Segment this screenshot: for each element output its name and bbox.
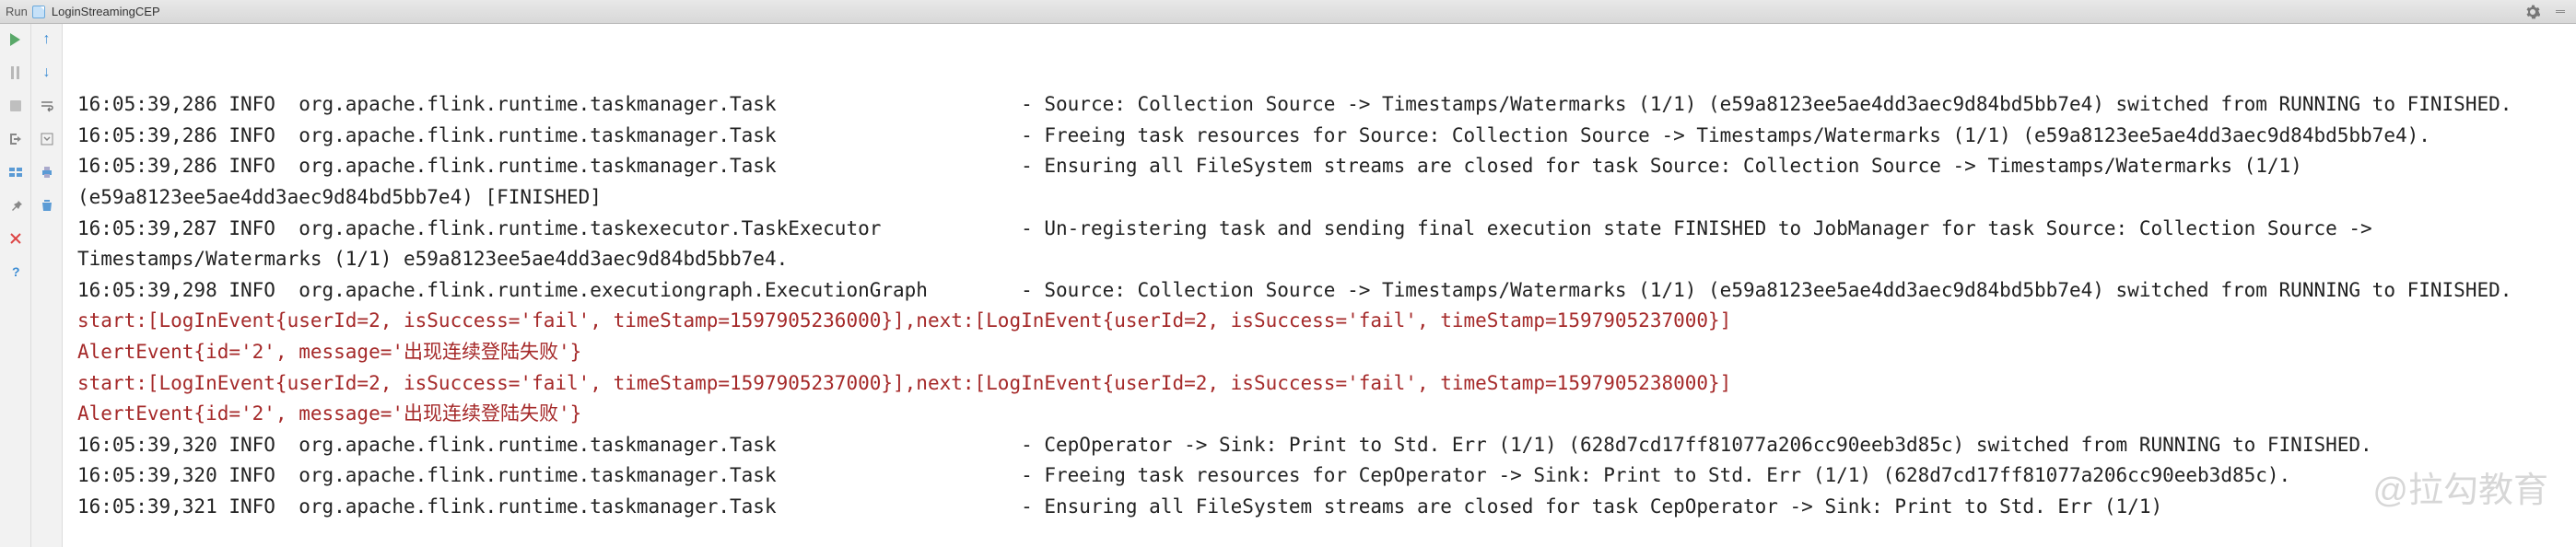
log-line: 16:05:39,286 INFO org.apache.flink.runti… [77, 151, 2569, 213]
run-config-name: LoginStreamingCEP [52, 5, 160, 18]
pause-button[interactable] [6, 63, 26, 83]
log-line: AlertEvent{id='2', message='出现连续登陆失败'} [77, 337, 2569, 368]
log-line: 16:05:39,320 INFO org.apache.flink.runti… [77, 460, 2569, 492]
run-gutter-right: ↑ ↓ [31, 24, 63, 547]
layout-icon [8, 165, 23, 180]
log-line: start:[LogInEvent{userId=2, isSuccess='f… [77, 306, 2569, 337]
log-line: 16:05:39,286 INFO org.apache.flink.runti… [77, 121, 2569, 152]
soft-wrap-icon [40, 99, 54, 113]
arrow-up-icon: ↑ [43, 31, 51, 48]
pin-button[interactable] [6, 195, 26, 215]
pause-icon [11, 66, 19, 79]
print-icon [40, 165, 54, 180]
down-button[interactable]: ↓ [37, 63, 57, 83]
close-button[interactable] [6, 228, 26, 249]
exit-button[interactable] [6, 129, 26, 149]
file-icon [31, 5, 46, 19]
scroll-end-icon [40, 132, 54, 146]
stop-button[interactable] [6, 96, 26, 116]
close-icon [8, 231, 23, 246]
scroll-to-end-button[interactable] [37, 129, 57, 149]
play-icon [10, 33, 20, 46]
log-line: 16:05:39,298 INFO org.apache.flink.runti… [77, 275, 2569, 307]
clear-all-button[interactable] [37, 195, 57, 215]
minimize-icon [2556, 10, 2565, 13]
log-line: 16:05:39,287 INFO org.apache.flink.runti… [77, 214, 2569, 275]
pin-icon [8, 198, 23, 213]
run-label: Run [6, 5, 28, 18]
log-line: 16:05:39,320 INFO org.apache.flink.runti… [77, 430, 2569, 461]
console-output[interactable]: 16:05:39,286 INFO org.apache.flink.runti… [63, 24, 2576, 547]
run-gutter-left: ? [0, 24, 31, 547]
help-button[interactable]: ? [6, 262, 26, 282]
hide-button[interactable] [2550, 2, 2570, 22]
layout-button[interactable] [6, 162, 26, 182]
soft-wrap-button[interactable] [37, 96, 57, 116]
help-icon: ? [8, 264, 23, 279]
settings-button[interactable] [2523, 2, 2543, 22]
stop-icon [10, 100, 21, 111]
arrow-down-icon: ↓ [43, 64, 51, 81]
log-line: 16:05:39,286 INFO org.apache.flink.runti… [77, 89, 2569, 121]
up-button[interactable]: ↑ [37, 29, 57, 50]
log-line: start:[LogInEvent{userId=2, isSuccess='f… [77, 368, 2569, 400]
rerun-button[interactable] [6, 29, 26, 50]
svg-text:?: ? [12, 264, 20, 279]
trash-icon [40, 198, 54, 213]
log-line: AlertEvent{id='2', message='出现连续登陆失败'} [77, 399, 2569, 430]
exit-icon [8, 132, 23, 146]
gear-icon [2525, 5, 2540, 19]
title-bar: Run LoginStreamingCEP [0, 0, 2576, 24]
print-button[interactable] [37, 162, 57, 182]
log-line: 16:05:39,321 INFO org.apache.flink.runti… [77, 492, 2569, 523]
